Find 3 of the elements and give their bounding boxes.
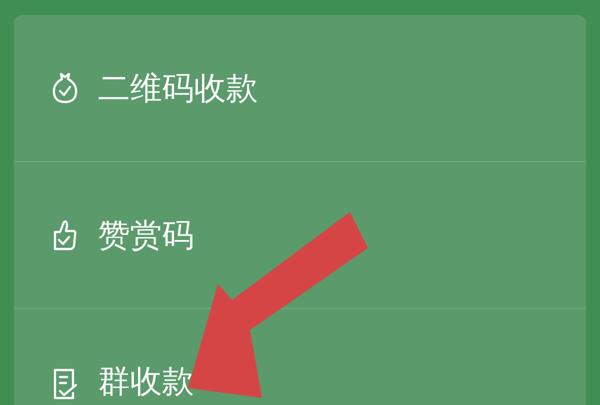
menu-item[interactable]: 二维码收款 (14, 15, 586, 162)
menu-label: 二维码收款 (98, 68, 258, 108)
menu-label: 赞赏码 (98, 215, 194, 255)
